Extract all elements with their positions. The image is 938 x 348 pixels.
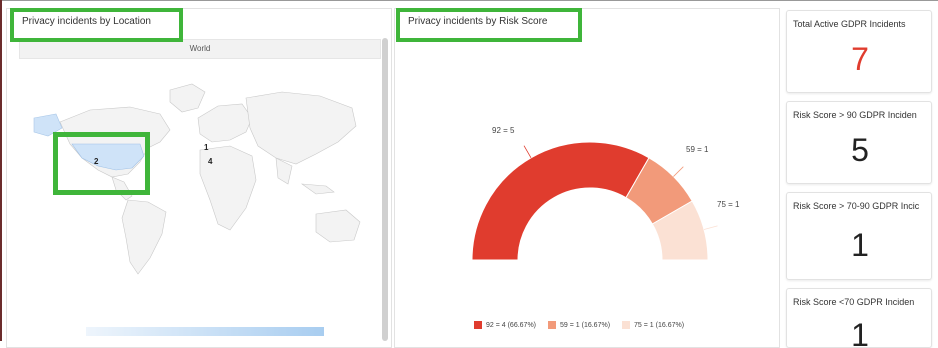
kpi-card-total[interactable]: Total Active GDPR Incidents 7 (786, 10, 932, 93)
donut-connector-59 (673, 166, 684, 177)
map-header: World (19, 39, 381, 59)
kpi-title-over-90: Risk Score > 90 GDPR Inciden (793, 110, 917, 120)
slice-label-92: 92 = 5 (492, 126, 515, 135)
risk-panel-title: Privacy incidents by Risk Score (396, 8, 582, 42)
map-scrollbar[interactable] (382, 38, 388, 341)
donut-connector-92 (523, 145, 532, 159)
marker-europe-north[interactable]: 1 (204, 143, 208, 152)
usa-highlight-box (53, 132, 150, 195)
map-europe (197, 103, 253, 143)
map-asia (245, 91, 357, 165)
slice-label-75: 75 = 1 (717, 200, 740, 209)
kpi-card-under-70[interactable]: Risk Score <70 GDPR Inciden 1 (786, 288, 932, 348)
map-indonesia (300, 183, 335, 195)
kpi-card-70-90[interactable]: Risk Score > 70-90 GDPR Incic 1 (786, 192, 932, 280)
legend-swatch-92 (474, 321, 482, 329)
kpi-value-70-90: 1 (851, 227, 869, 263)
kpi-value-under-70: 1 (851, 317, 869, 348)
map-greenland (169, 83, 206, 113)
risk-legend: 92 = 4 (66.67%) 59 = 1 (16.67%) 75 = 1 (… (474, 321, 684, 329)
risk-score-donut[interactable] (440, 110, 740, 270)
window-left-border (0, 0, 2, 341)
kpi-title-under-70: Risk Score <70 GDPR Inciden (793, 297, 915, 307)
legend-item-75[interactable]: 75 = 1 (16.67%) (622, 321, 684, 329)
legend-label-92: 92 = 4 (66.67%) (486, 321, 537, 329)
location-panel-title: Privacy incidents by Location (10, 8, 183, 42)
legend-swatch-75 (622, 321, 631, 329)
donut-connector-75 (703, 225, 718, 230)
kpi-title-70-90: Risk Score > 70-90 GDPR Incic (793, 201, 920, 211)
window-top-border (0, 0, 938, 1)
donut-slice-92[interactable] (471, 141, 650, 261)
legend-label-75: 75 = 1 (16.67%) (634, 321, 685, 329)
legend-item-59[interactable]: 59 = 1 (16.67%) (548, 321, 610, 329)
legend-label-59: 59 = 1 (16.67%) (560, 321, 611, 329)
kpi-card-over-90[interactable]: Risk Score > 90 GDPR Inciden 5 (786, 101, 932, 184)
map-australia (315, 209, 361, 243)
kpi-title-total: Total Active GDPR Incidents (793, 19, 906, 29)
slice-label-59: 59 = 1 (686, 145, 709, 154)
marker-europe-central[interactable]: 4 (208, 157, 212, 166)
kpi-value-total: 7 (851, 41, 869, 77)
map-south-america (121, 199, 167, 275)
map-color-scale (86, 327, 324, 336)
marker-usa[interactable]: 2 (94, 157, 98, 166)
kpi-value-over-90: 5 (851, 132, 869, 168)
legend-swatch-59 (548, 321, 557, 329)
legend-item-92[interactable]: 92 = 4 (66.67%) (474, 321, 536, 329)
